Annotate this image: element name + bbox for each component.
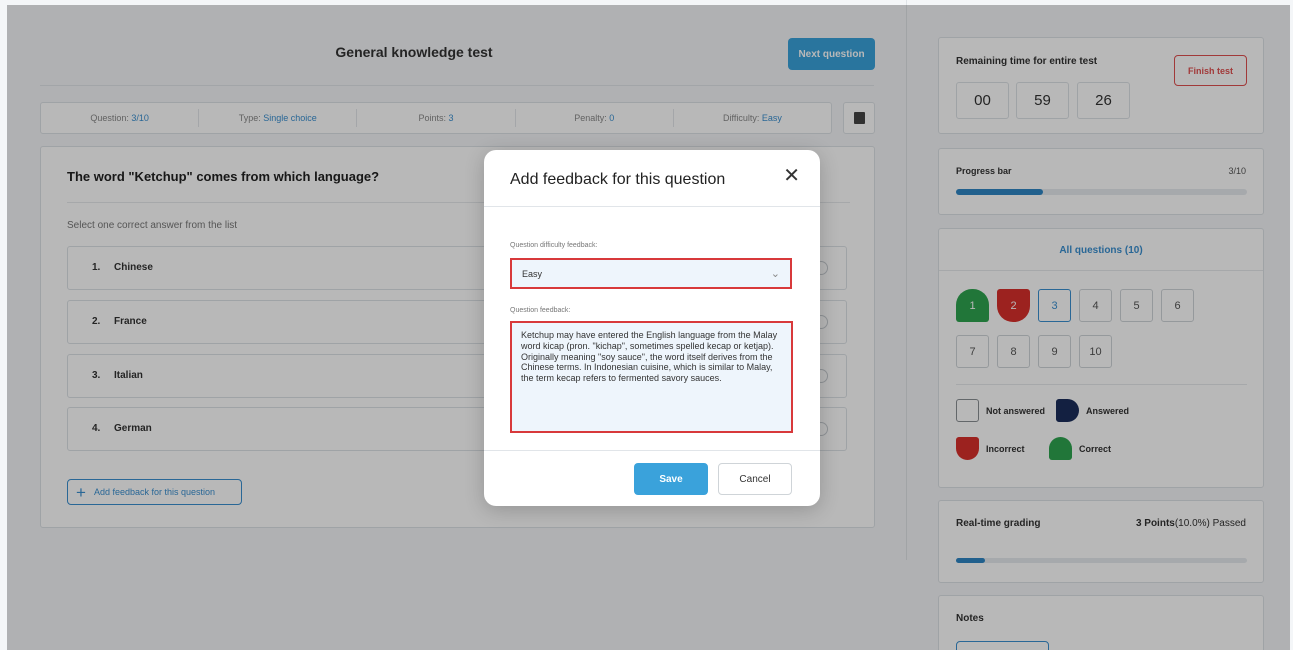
modal-title: Add feedback for this question [510,171,726,188]
difficulty-select-value: Easy [522,268,543,279]
difficulty-feedback-label: Question difficulty feedback: [510,242,598,249]
chevron-down-icon: ⌄ [770,268,780,280]
feedback-modal: Add feedback for this question ✕ Questio… [484,150,820,506]
cancel-button[interactable]: Cancel [718,463,792,495]
question-feedback-label: Question feedback: [510,307,571,314]
difficulty-select[interactable]: Easy ⌄ [510,258,792,289]
modal-footer-divider [484,450,820,451]
close-icon[interactable]: ✕ [783,166,800,186]
save-button[interactable]: Save [634,463,708,495]
modal-header-divider [484,206,820,207]
question-feedback-textarea[interactable]: Ketchup may have entered the English lan… [510,321,793,433]
